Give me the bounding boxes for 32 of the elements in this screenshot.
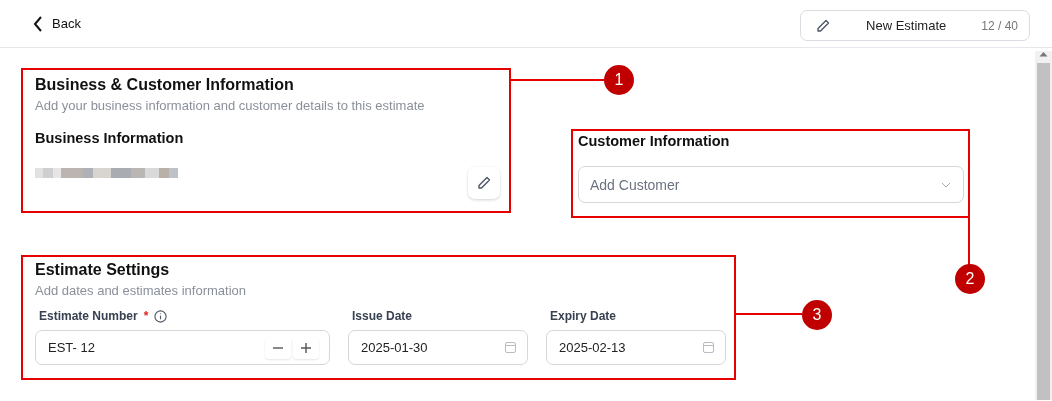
edit-button[interactable] (468, 167, 500, 199)
estimate-name-button[interactable]: New Estimate 12 / 40 (800, 10, 1030, 41)
section-title: Estimate Settings (35, 261, 171, 279)
required-mark: * (143, 309, 149, 323)
customer-select[interactable]: Add Customer (578, 166, 964, 203)
chevron-down-icon (941, 181, 951, 188)
plus-icon (300, 341, 312, 354)
field-label: Issue Date (352, 309, 413, 323)
section-title: Business & Customer Information (35, 76, 295, 94)
scroll-up-icon[interactable] (1039, 51, 1048, 57)
scrollbar[interactable] (1035, 51, 1052, 400)
date-field[interactable]: 2025-02-13 (546, 330, 726, 365)
pencil-icon (815, 17, 831, 34)
back-button[interactable]: Back (33, 15, 81, 32)
callout-number: 1 (604, 65, 634, 95)
info-icon (154, 309, 168, 323)
chevron-left-icon (33, 15, 43, 32)
decrement-button[interactable] (265, 336, 291, 359)
increment-button[interactable] (293, 336, 319, 359)
calendar-icon (702, 341, 715, 354)
callout-number: 3 (802, 300, 832, 330)
field-label: Estimate Number (39, 309, 138, 323)
section-subtitle: Add dates and estimates information (35, 283, 247, 298)
section-subtitle: Add your business information and customer details to this estimate (35, 98, 426, 113)
pencil-icon (476, 175, 492, 191)
business-info-label: Business Information (35, 130, 185, 146)
callout-number: 2 (955, 264, 985, 294)
date-field[interactable]: 2025-01-30 (348, 330, 528, 365)
estimate-number-field[interactable]: EST- 12 (35, 330, 330, 365)
customer-info-label: Customer Information (578, 133, 731, 149)
calendar-icon (504, 341, 517, 354)
field-label: Expiry Date (550, 309, 617, 323)
